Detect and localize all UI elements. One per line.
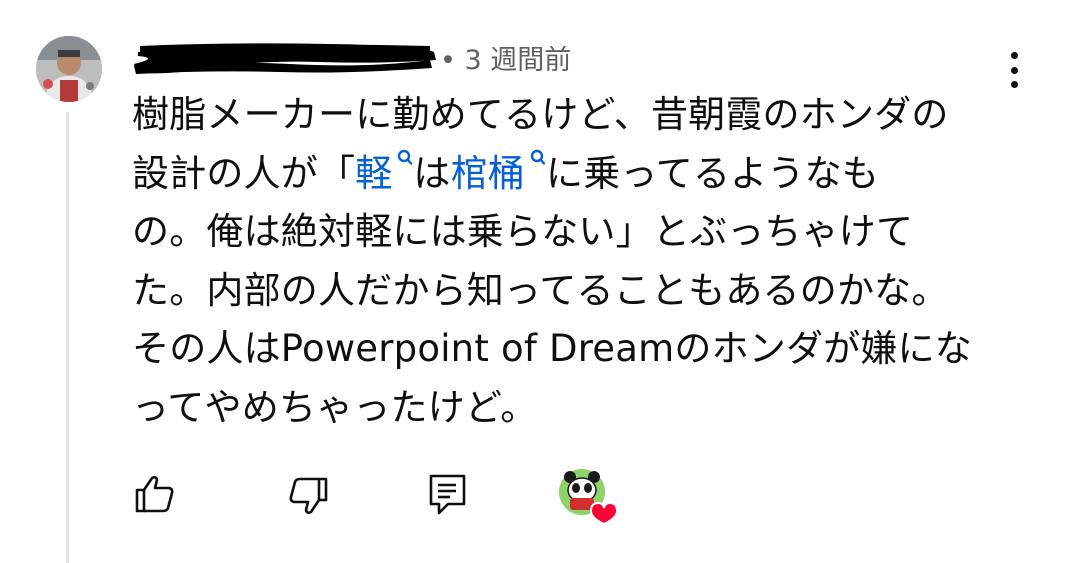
author-name-redacted xyxy=(130,42,442,76)
text-segment: 設計の人が「 xyxy=(132,151,356,195)
creator-heart-icon xyxy=(558,468,619,526)
search-link-kanoke[interactable]: 棺桶 xyxy=(451,145,546,204)
text-segment: 樹脂メーカーに勤めてるけど、昔朝霞のホンダの xyxy=(132,93,949,136)
text-segment: に乗ってるようなも xyxy=(546,151,879,195)
comment-line: 樹脂メーカーに勤めてるけど、昔朝霞のホンダの xyxy=(132,86,1012,145)
separator-dot: • xyxy=(440,45,456,76)
text-segment: ってやめちゃったけど。 xyxy=(132,385,538,429)
comment-line: の。俺は絶対軽には乗らない」とぶっちゃけて xyxy=(132,203,1012,262)
comment-line: ってやめちゃったけど。 xyxy=(132,379,1012,438)
comment-card: • 3 週間前 樹脂メーカーに勤めてるけど、昔朝霞のホンダの 設計の人が「軽は棺… xyxy=(0,0,1080,563)
text-segment: の。俺は絶対軽には乗らない」とぶっちゃけて xyxy=(132,210,914,253)
comment-meta: • 3 週間前 xyxy=(440,41,571,81)
comment-timestamp[interactable]: 3 週間前 xyxy=(465,45,572,76)
comment-line: た。内部の人だから知ってることもあるのかな。 xyxy=(132,262,1012,321)
dislike-button[interactable] xyxy=(284,472,332,520)
search-link-kei[interactable]: 軽 xyxy=(355,145,413,204)
author-avatar[interactable] xyxy=(36,36,102,102)
comment-line: 設計の人が「軽は棺桶 に乗ってるようなも xyxy=(132,145,1012,204)
thumb-up-icon xyxy=(135,476,174,513)
reply-icon xyxy=(429,474,466,515)
like-button[interactable] xyxy=(131,470,179,518)
comment-text: 樹脂メーカーに勤めてるけど、昔朝霞のホンダの 設計の人が「軽は棺桶 に乗ってるよう… xyxy=(132,86,1012,437)
reply-button[interactable] xyxy=(424,470,472,518)
search-icon xyxy=(398,149,413,165)
thread-line xyxy=(66,112,69,563)
thumb-down-icon xyxy=(289,477,328,514)
text-segment: た。内部の人だから知ってることもあるのかな。 xyxy=(132,268,949,312)
search-icon xyxy=(530,149,546,165)
search-link-text: 棺桶 xyxy=(450,151,526,195)
text-segment: は xyxy=(413,151,451,195)
search-link-text: 軽 xyxy=(355,151,393,195)
comment-line: その人はPowerpoint of Dreamのホンダが嫌にな xyxy=(132,320,1012,379)
text-segment: その人はPowerpoint of Dreamのホンダが嫌にな xyxy=(132,327,972,370)
avatar-image xyxy=(36,36,102,102)
